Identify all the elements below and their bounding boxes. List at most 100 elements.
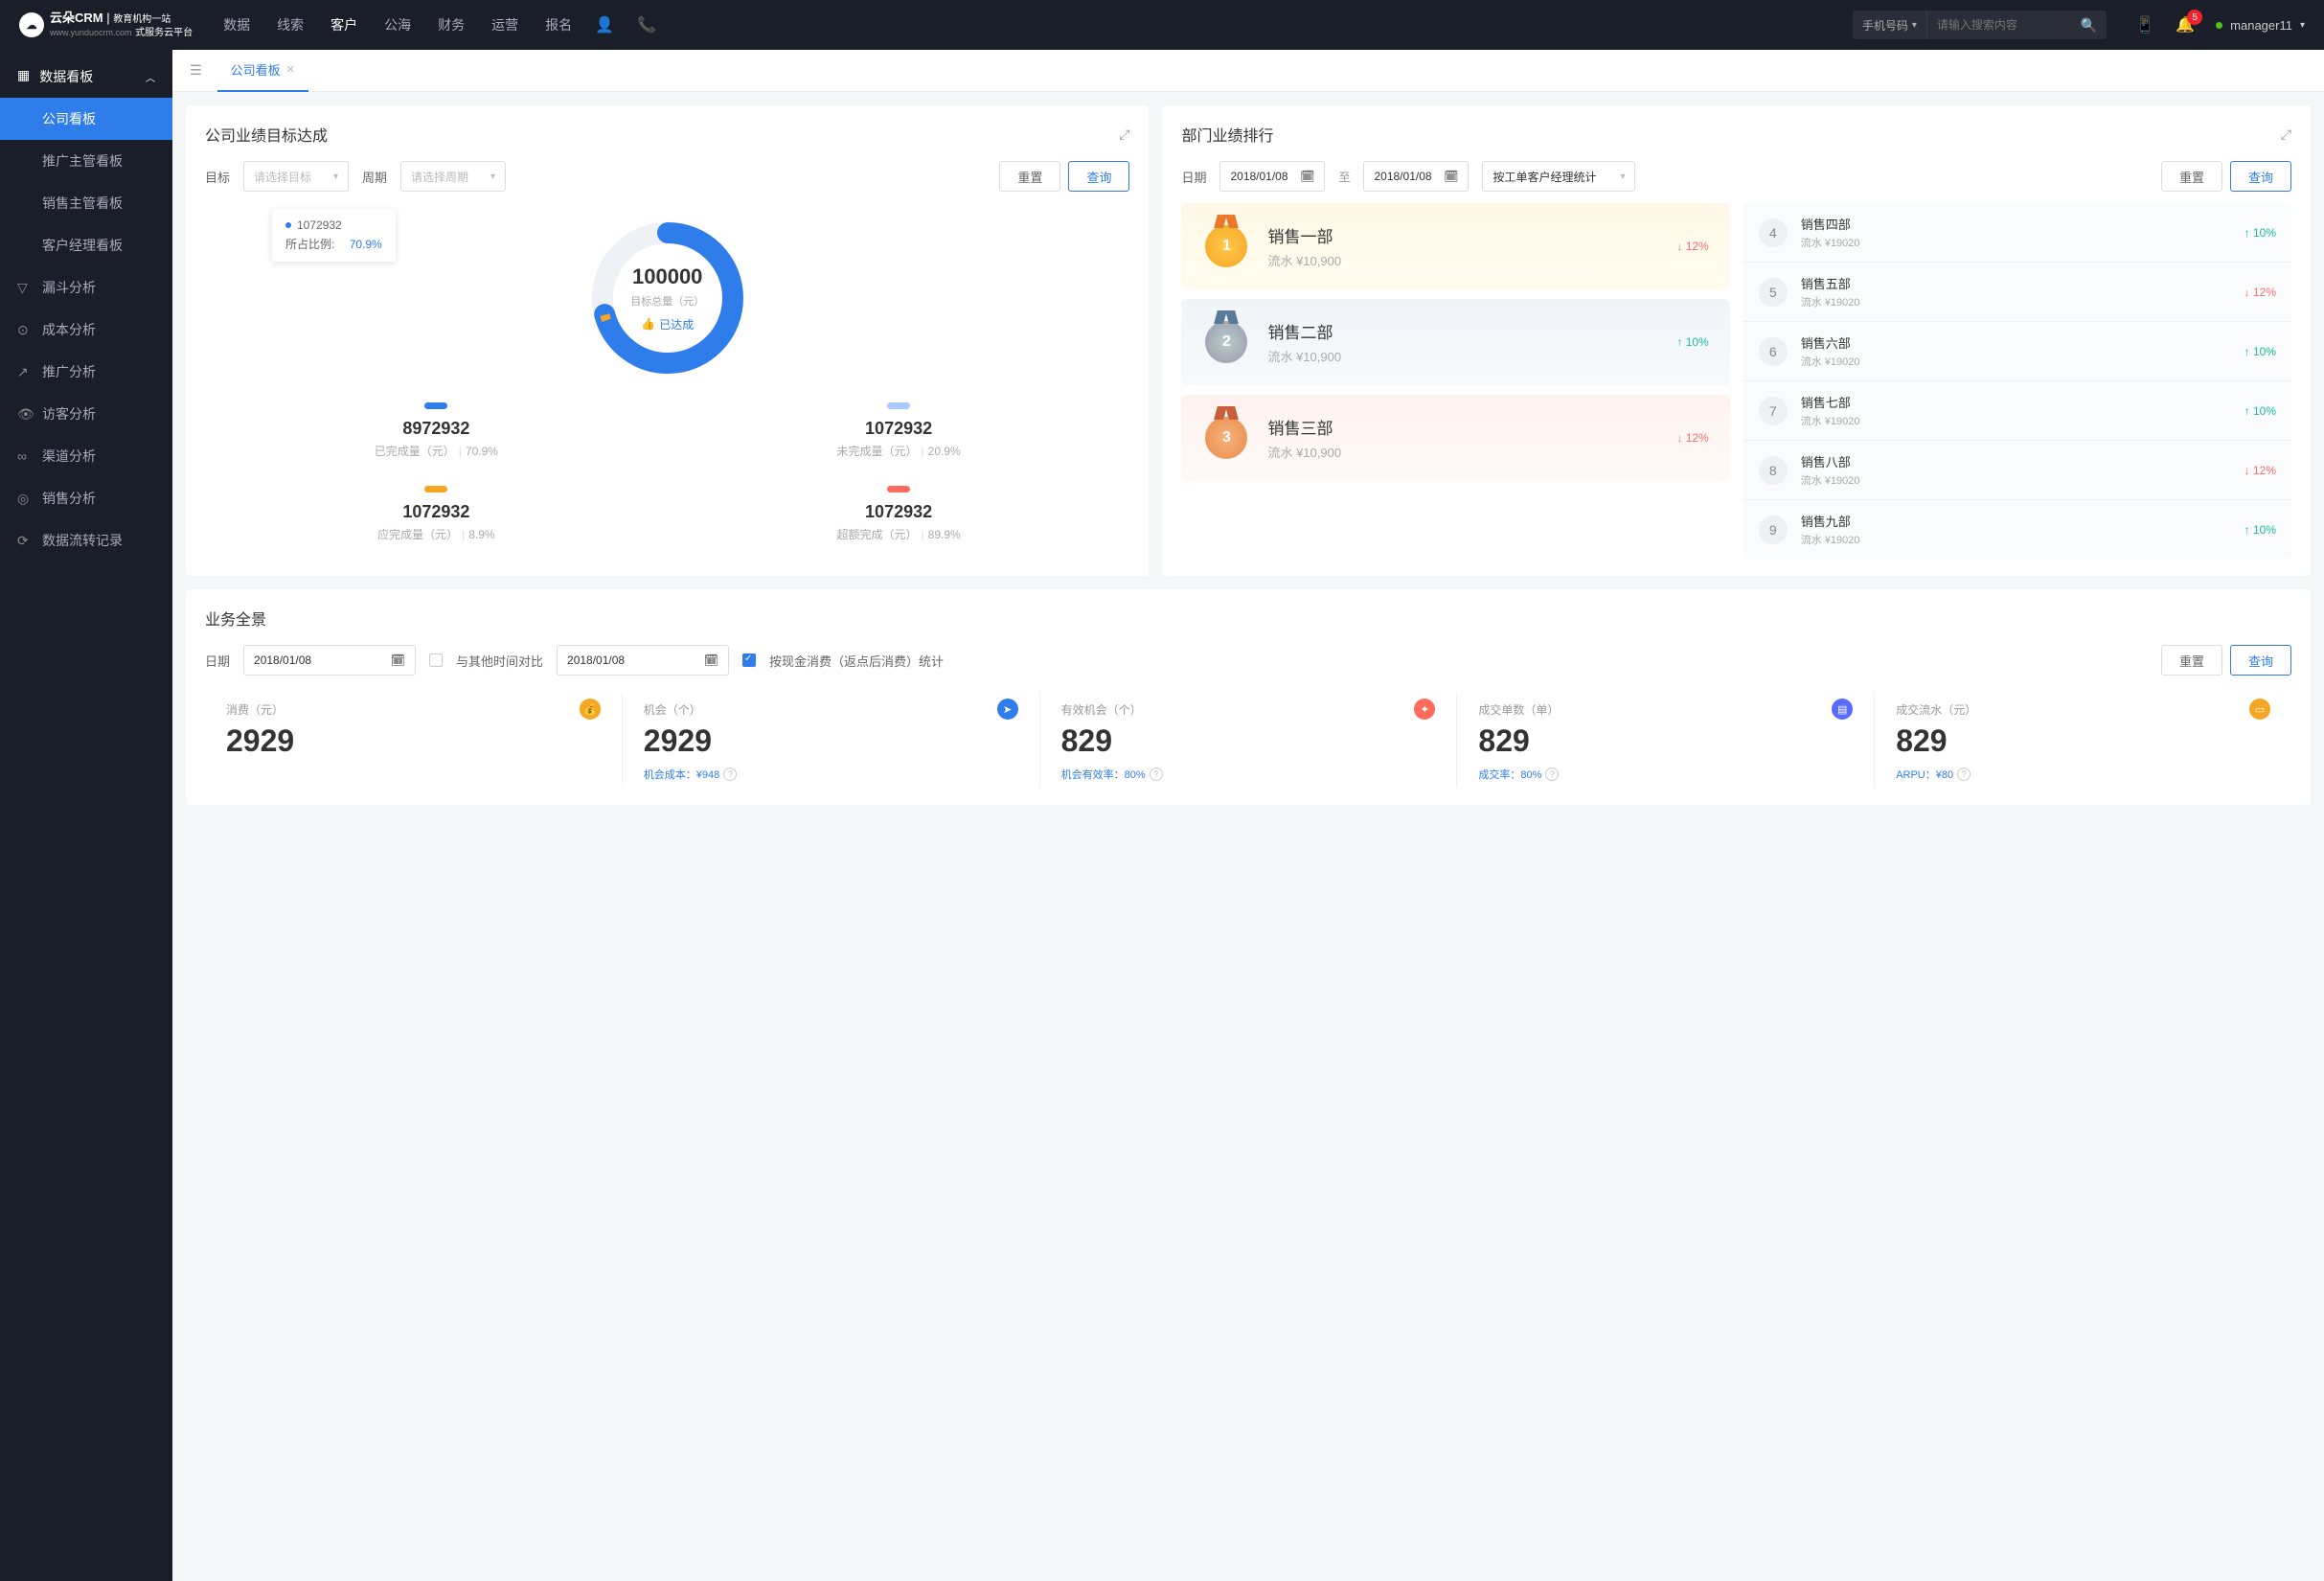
nav-icon: ◎ bbox=[17, 491, 33, 507]
tab-bar: ☰ 公司看板✕ bbox=[172, 50, 2324, 92]
query-button[interactable]: 查询 bbox=[2230, 645, 2291, 676]
calendar-icon: 🗓 bbox=[704, 653, 718, 667]
sidebar-item-2[interactable]: ↗推广分析 bbox=[0, 351, 172, 393]
logo[interactable]: ☁ 云朵CRM | 教育机构一站 www.yunduocrm.com 式服务云平… bbox=[19, 11, 193, 39]
rank-row: 8销售八部流水 ¥19020↓ 12% bbox=[1743, 441, 2291, 500]
nav-icon: ⟳ bbox=[17, 533, 33, 549]
sidebar-item-3[interactable]: 👁访客分析 bbox=[0, 393, 172, 435]
kpi-card: 机会（个）➤2929机会成本：¥948 ? bbox=[623, 693, 1040, 788]
calendar-icon: 🗓 bbox=[1300, 170, 1314, 183]
biz-date[interactable]: 2018/01/08🗓 bbox=[243, 645, 416, 676]
user-icon[interactable]: 👤 bbox=[595, 15, 614, 34]
help-icon[interactable]: ? bbox=[1545, 768, 1559, 781]
kpi-icon: ➤ bbox=[997, 699, 1018, 720]
query-button[interactable]: 查询 bbox=[1068, 161, 1129, 192]
help-icon[interactable]: ? bbox=[1150, 768, 1163, 781]
kpi-card: 有效机会（个）✦829机会有效率：80% ? bbox=[1040, 693, 1458, 788]
top-icons: 👤 📞 bbox=[595, 15, 656, 34]
rank-row: 6销售六部流水 ¥19020↑ 10% bbox=[1743, 322, 2291, 381]
kpi-icon: 💰 bbox=[580, 699, 601, 720]
rank-row: 9销售九部流水 ¥19020↑ 10% bbox=[1743, 500, 2291, 559]
biz-date2[interactable]: 2018/01/08🗓 bbox=[557, 645, 729, 676]
target-stat: 8972932已完成量（元）|70.9% bbox=[205, 389, 668, 472]
panel-title: 公司业绩目标达成 bbox=[205, 123, 328, 146]
medal-icon: 3 bbox=[1202, 414, 1250, 462]
sidebar: ▦数据看板 ︿ 公司看板推广主管看板销售主管看板客户经理看板 ▽漏斗分析⊙成本分… bbox=[0, 50, 172, 1581]
nav-线索[interactable]: 线索 bbox=[277, 15, 304, 34]
kpi-card: 成交单数（单）▤829成交率：80% ? bbox=[1457, 693, 1875, 788]
rank-card-3: 3销售三部流水 ¥10,900↓ 12% bbox=[1181, 395, 1729, 481]
cash-checkbox[interactable] bbox=[742, 653, 756, 667]
target-goal-select[interactable]: 请选择目标▾ bbox=[243, 161, 349, 192]
rank-row: 4销售四部流水 ¥19020↑ 10% bbox=[1743, 203, 2291, 263]
nav-报名[interactable]: 报名 bbox=[545, 15, 572, 34]
sidebar-item-4[interactable]: ∞渠道分析 bbox=[0, 435, 172, 477]
nav-财务[interactable]: 财务 bbox=[438, 15, 465, 34]
panel-target: 公司业绩目标达成 ⤢ 目标 请选择目标▾ 周期 请选择周期▾ 重置 查询 bbox=[186, 105, 1149, 576]
rank-card-2: 2销售二部流水 ¥10,900↑ 10% bbox=[1181, 299, 1729, 385]
kpi-card: 消费（元）💰2929 bbox=[205, 693, 623, 788]
target-stat: 1072932未完成量（元）|20.9% bbox=[668, 389, 1130, 472]
query-button[interactable]: 查询 bbox=[2230, 161, 2291, 192]
nav-icon: ∞ bbox=[17, 448, 33, 464]
medal-icon: 1 bbox=[1202, 222, 1250, 270]
sidebar-group-dashboard[interactable]: ▦数据看板 ︿ bbox=[0, 56, 172, 98]
calendar-icon: 🗓 bbox=[1444, 170, 1458, 183]
nav-公海[interactable]: 公海 bbox=[384, 15, 411, 34]
kpi-icon: ▭ bbox=[2249, 699, 2270, 720]
compare-checkbox[interactable] bbox=[429, 653, 443, 667]
reset-button[interactable]: 重置 bbox=[2161, 161, 2222, 192]
sidebar-item-1[interactable]: ⊙成本分析 bbox=[0, 309, 172, 351]
chart-tooltip: 1072932 所占比例: 70.9% bbox=[272, 209, 396, 262]
nav-icon: ↗ bbox=[17, 364, 33, 380]
help-icon[interactable]: ? bbox=[1957, 768, 1971, 781]
logo-icon: ☁ bbox=[19, 12, 44, 37]
rank-card-1: 1销售一部流水 ¥10,900↓ 12% bbox=[1181, 203, 1729, 289]
kpi-icon: ▤ bbox=[1832, 699, 1853, 720]
kpi-icon: ✦ bbox=[1414, 699, 1435, 720]
search-icon[interactable]: 🔍 bbox=[2071, 17, 2107, 34]
search-type-select[interactable]: 手机号码▾ bbox=[1853, 11, 1927, 39]
rank-row: 5销售五部流水 ¥19020↓ 12% bbox=[1743, 263, 2291, 322]
sidebar-item-0[interactable]: ▽漏斗分析 bbox=[0, 266, 172, 309]
phone-icon[interactable]: 📱 bbox=[2135, 15, 2154, 34]
reset-button[interactable]: 重置 bbox=[999, 161, 1060, 192]
rank-date-to[interactable]: 2018/01/08🗓 bbox=[1363, 161, 1469, 192]
nav-数据[interactable]: 数据 bbox=[223, 15, 250, 34]
nav-icon: 👁 bbox=[17, 406, 33, 423]
reset-button[interactable]: 重置 bbox=[2161, 645, 2222, 676]
rank-row: 7销售七部流水 ¥19020↑ 10% bbox=[1743, 381, 2291, 441]
topbar: ☁ 云朵CRM | 教育机构一站 www.yunduocrm.com 式服务云平… bbox=[0, 0, 2324, 50]
sidebar-item-6[interactable]: ⟳数据流转记录 bbox=[0, 519, 172, 561]
target-period-select[interactable]: 请选择周期▾ bbox=[400, 161, 506, 192]
target-donut-chart: 100000 目标总量（元） 👍已达成 bbox=[586, 217, 749, 379]
nav-客户[interactable]: 客户 bbox=[330, 15, 357, 34]
help-icon[interactable]: ? bbox=[723, 768, 737, 781]
sidebar-item-5[interactable]: ◎销售分析 bbox=[0, 477, 172, 519]
sidebar-sub-1[interactable]: 推广主管看板 bbox=[0, 140, 172, 182]
close-icon[interactable]: ✕ bbox=[286, 63, 295, 76]
sidebar-sub-2[interactable]: 销售主管看板 bbox=[0, 182, 172, 224]
sidebar-sub-0[interactable]: 公司看板 bbox=[0, 98, 172, 140]
collapse-icon[interactable]: ☰ bbox=[182, 62, 210, 79]
panel-rank: 部门业绩排行 ⤢ 日期 2018/01/08🗓 至 2018/01/08🗓 按工… bbox=[1162, 105, 2311, 576]
kpi-card: 成交流水（元）▭829ARPU：¥80 ? bbox=[1875, 693, 2291, 788]
expand-icon[interactable]: ⤢ bbox=[2281, 126, 2291, 143]
nav-icon: ⊙ bbox=[17, 322, 33, 338]
tab-company-dashboard[interactable]: 公司看板✕ bbox=[217, 50, 308, 92]
status-dot bbox=[2216, 22, 2222, 29]
expand-icon[interactable]: ⤢ bbox=[1119, 126, 1129, 143]
sidebar-sub-3[interactable]: 客户经理看板 bbox=[0, 224, 172, 266]
calendar-icon: 🗓 bbox=[391, 653, 405, 667]
search-input[interactable] bbox=[1927, 18, 2071, 32]
dashboard-icon: ▦ bbox=[17, 67, 30, 86]
notification-bell[interactable]: 🔔5 bbox=[2176, 15, 2195, 34]
target-stat: 1072932应完成量（元）|8.9% bbox=[205, 472, 668, 556]
rank-groupby-select[interactable]: 按工单客户经理统计▾ bbox=[1482, 161, 1635, 192]
call-icon[interactable]: 📞 bbox=[637, 15, 656, 34]
panel-business: 业务全景 日期 2018/01/08🗓 与其他时间对比 2018/01/08🗓 … bbox=[186, 589, 2311, 805]
top-nav: 数据 线索 客户 公海 财务 运营 报名 bbox=[223, 15, 572, 34]
user-menu[interactable]: manager11▾ bbox=[2216, 18, 2305, 33]
rank-date-from[interactable]: 2018/01/08🗓 bbox=[1219, 161, 1325, 192]
nav-运营[interactable]: 运营 bbox=[491, 15, 518, 34]
